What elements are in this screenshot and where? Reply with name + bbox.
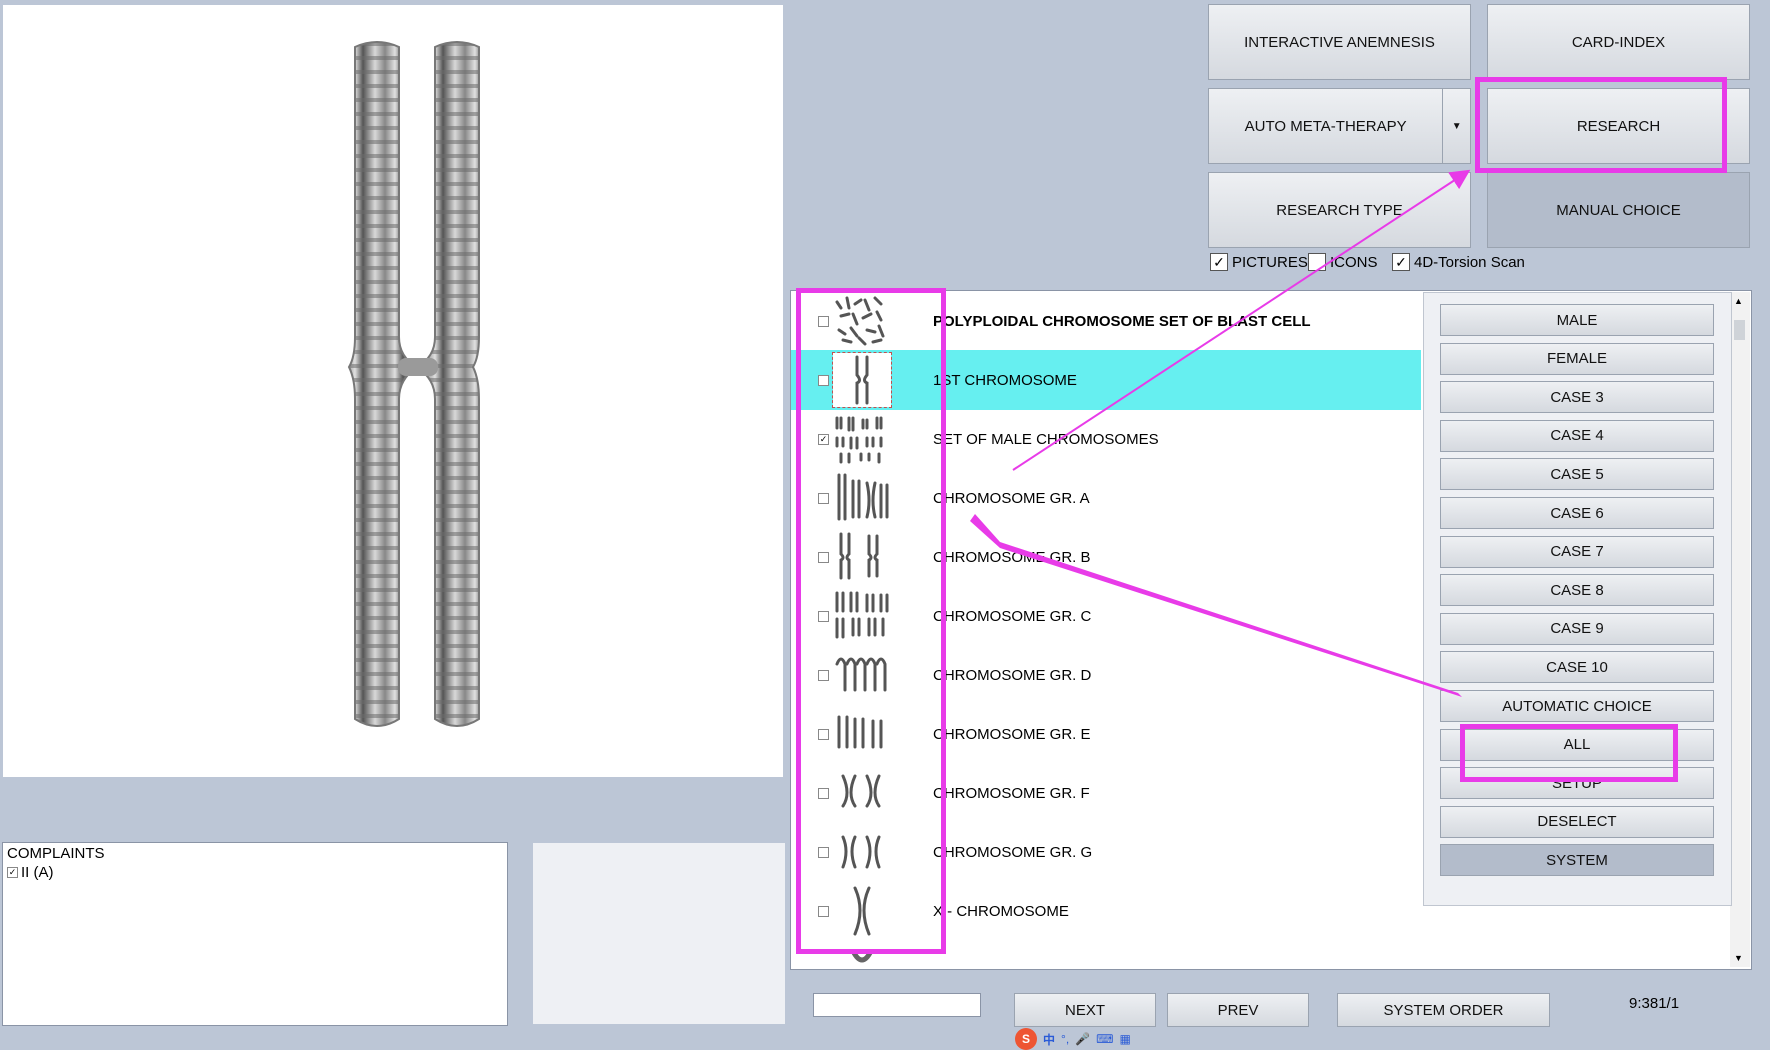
blank-panel [533, 843, 785, 1024]
case-button-case-9[interactable]: CASE 9 [1440, 612, 1714, 645]
complaint-item: II (A) [21, 864, 54, 881]
list-scrollbar[interactable]: ▲ ▼ [1730, 292, 1750, 967]
prev-button[interactable]: PREV [1167, 993, 1309, 1027]
list-item-label: CHROMOSOME GR. C [933, 607, 1092, 625]
complaints-title: COMPLAINTS [7, 845, 105, 862]
list-item-label: CHROMOSOME GR. E [933, 725, 1091, 743]
complaints-panel: COMPLAINTS ✓ II (A) [2, 842, 508, 1026]
pictures-option[interactable]: ✓ PICTURES [1210, 253, 1308, 271]
ime-punct-icon[interactable]: °, [1061, 1032, 1069, 1046]
icons-checkbox[interactable] [1308, 253, 1326, 271]
system-order-button[interactable]: SYSTEM ORDER [1337, 993, 1550, 1027]
search-input[interactable] [813, 993, 981, 1017]
scroll-thumb[interactable] [1734, 320, 1745, 340]
highlight-all [1460, 724, 1678, 782]
interactive-anemnesis-button[interactable]: INTERACTIVE ANEMNESIS [1208, 4, 1471, 80]
list-item-label: POLYPLOIDAL CHROMOSOME SET OF BLAST CELL [933, 312, 1311, 330]
icons-option[interactable]: ICONS [1308, 253, 1378, 271]
microphone-icon[interactable]: 🎤 [1075, 1032, 1090, 1046]
case-button-female[interactable]: FEMALE [1440, 342, 1714, 375]
research-type-button[interactable]: RESEARCH TYPE [1208, 172, 1471, 248]
page-counter: 9:381/1 [1629, 995, 1680, 1012]
complaint-checkbox[interactable]: ✓ [7, 867, 18, 878]
case-button-case-3[interactable]: CASE 3 [1440, 381, 1714, 414]
list-item-label: CHROMOSOME GR. A [933, 489, 1090, 507]
icons-label: ICONS [1330, 253, 1378, 271]
pictures-checkbox[interactable]: ✓ [1210, 253, 1228, 271]
torsion-option[interactable]: ✓ 4D-Torsion Scan [1392, 253, 1525, 271]
dropdown-arrow-icon[interactable]: ▼ [1442, 89, 1470, 163]
list-item-label: CHROMOSOME GR. B [933, 548, 1091, 566]
list-item-label: CHROMOSOME GR. F [933, 784, 1090, 802]
scroll-down-icon[interactable]: ▼ [1734, 953, 1743, 963]
case-button-case-10[interactable]: CASE 10 [1440, 651, 1714, 684]
case-button-case-4[interactable]: CASE 4 [1440, 419, 1714, 452]
image-preview [3, 5, 783, 777]
case-button-case-7[interactable]: CASE 7 [1440, 535, 1714, 568]
card-index-button[interactable]: CARD-INDEX [1487, 4, 1750, 80]
highlight-thumbnails [796, 288, 946, 954]
case-button-case-6[interactable]: CASE 6 [1440, 497, 1714, 529]
chromosome-image [347, 41, 480, 727]
pictures-label: PICTURES [1232, 253, 1308, 271]
case-button-male[interactable]: MALE [1440, 304, 1714, 336]
case-button-case-8[interactable]: CASE 8 [1440, 574, 1714, 607]
case-button-system[interactable]: SYSTEM [1440, 844, 1714, 877]
case-button-case-5[interactable]: CASE 5 [1440, 458, 1714, 491]
list-item-label: CHROMOSOME GR. G [933, 843, 1093, 861]
auto-meta-therapy-button[interactable]: AUTO META-THERAPY ▼ [1208, 88, 1471, 164]
auto-meta-therapy-label: AUTO META-THERAPY [1244, 117, 1407, 135]
case-button-automatic-choice[interactable]: AUTOMATIC CHOICE [1440, 690, 1714, 722]
scroll-up-icon[interactable]: ▲ [1734, 296, 1743, 306]
highlight-research [1475, 77, 1727, 173]
case-panel: MALE FEMALE CASE 3 CASE 4 CASE 5 CASE 6 CASE 7… [1423, 292, 1732, 906]
keyboard-icon[interactable]: ⌨ [1096, 1032, 1113, 1046]
torsion-checkbox[interactable]: ✓ [1392, 253, 1410, 271]
sogou-icon[interactable]: S [1015, 1028, 1037, 1050]
list-item-label: CHROMOSOME GR. D [933, 666, 1092, 684]
ime-skin-icon[interactable]: ▦ [1119, 1032, 1130, 1046]
ime-chinese-icon[interactable]: 中 [1043, 1031, 1055, 1048]
next-button[interactable]: NEXT [1014, 993, 1156, 1027]
list-item-label: SET OF MALE CHROMOSOMES [933, 430, 1159, 448]
manual-choice-button[interactable]: MANUAL CHOICE [1487, 172, 1750, 248]
torsion-label: 4D-Torsion Scan [1414, 253, 1525, 271]
list-item-label: 1ST CHROMOSOME [933, 371, 1077, 389]
list-item-label: X - CHROMOSOME [933, 902, 1069, 920]
ime-toolbar[interactable]: S 中 °, 🎤 ⌨ ▦ [1015, 1028, 1170, 1050]
case-button-deselect[interactable]: DESELECT [1440, 805, 1714, 838]
